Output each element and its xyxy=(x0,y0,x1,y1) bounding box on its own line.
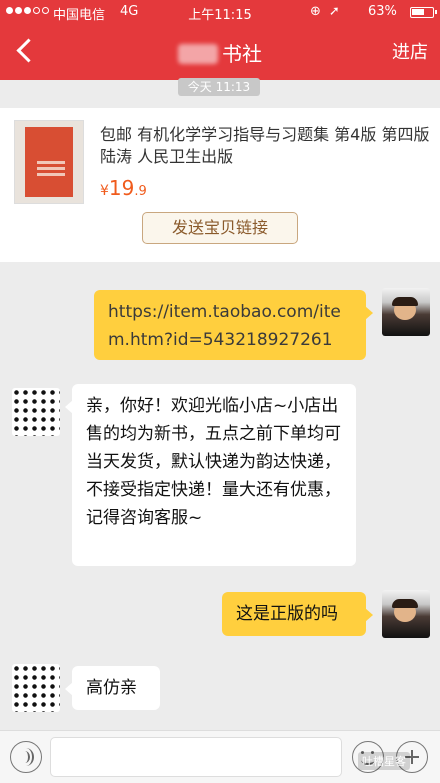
my-avatar[interactable] xyxy=(382,590,430,638)
battery-icon xyxy=(410,7,437,18)
product-card[interactable]: 包邮 有机化学学习指导与习题集 第4版 第四版 陆涛 人民卫生出版 ¥19.9 … xyxy=(0,108,440,262)
message-bubble[interactable]: https://item.taobao.com/item.htm?id=5432… xyxy=(94,290,373,360)
page-title: 书社 xyxy=(0,38,440,67)
seller-avatar[interactable] xyxy=(12,388,60,436)
product-price: ¥19.9 xyxy=(100,176,147,200)
status-bar: 中国电信 4G 上午11:15 ⊕ ➚ 63% xyxy=(0,0,440,24)
chat-screen: 中国电信 4G 上午11:15 ⊕ ➚ 63% 书社 进店 今天 11:13 包… xyxy=(0,0,440,783)
status-icons: ⊕ ➚ xyxy=(310,4,340,19)
product-image[interactable] xyxy=(14,120,84,204)
nav-bar: 书社 进店 xyxy=(0,24,440,80)
product-title[interactable]: 包邮 有机化学学习指导与习题集 第4版 第四版 陆涛 人民卫生出版 xyxy=(100,124,432,168)
location-icon: ➚ xyxy=(328,4,340,19)
blurred-shop-name xyxy=(178,44,218,64)
chat-timestamp: 今天 11:13 xyxy=(178,78,260,96)
price-symbol: ¥ xyxy=(100,183,109,199)
lock-rotation-icon: ⊕ xyxy=(310,4,321,19)
message-bubble[interactable]: 亲，你好！欢迎光临小店~小店出售的均为新书，五点之前下单均可当天发货，默认快递为… xyxy=(65,384,356,566)
header: 中国电信 4G 上午11:15 ⊕ ➚ 63% 书社 进店 xyxy=(0,0,440,80)
message-bubble[interactable]: 高仿亲 xyxy=(65,666,160,710)
battery-percentage: 63% xyxy=(368,4,397,19)
enter-shop-link[interactable]: 进店 xyxy=(392,38,428,64)
voice-input-icon[interactable] xyxy=(10,741,42,773)
send-item-link-button[interactable]: 发送宝贝链接 xyxy=(142,212,298,244)
my-avatar[interactable] xyxy=(382,288,430,336)
message-input[interactable] xyxy=(50,737,342,777)
page-title-suffix: 书社 xyxy=(222,42,262,66)
price-integer: 19 xyxy=(108,176,135,200)
seller-avatar[interactable] xyxy=(12,664,60,712)
message-bubble[interactable]: 这是正版的吗 xyxy=(222,592,373,636)
price-decimal: .9 xyxy=(134,184,147,199)
watermark: 吐槽星客 xyxy=(358,752,410,770)
